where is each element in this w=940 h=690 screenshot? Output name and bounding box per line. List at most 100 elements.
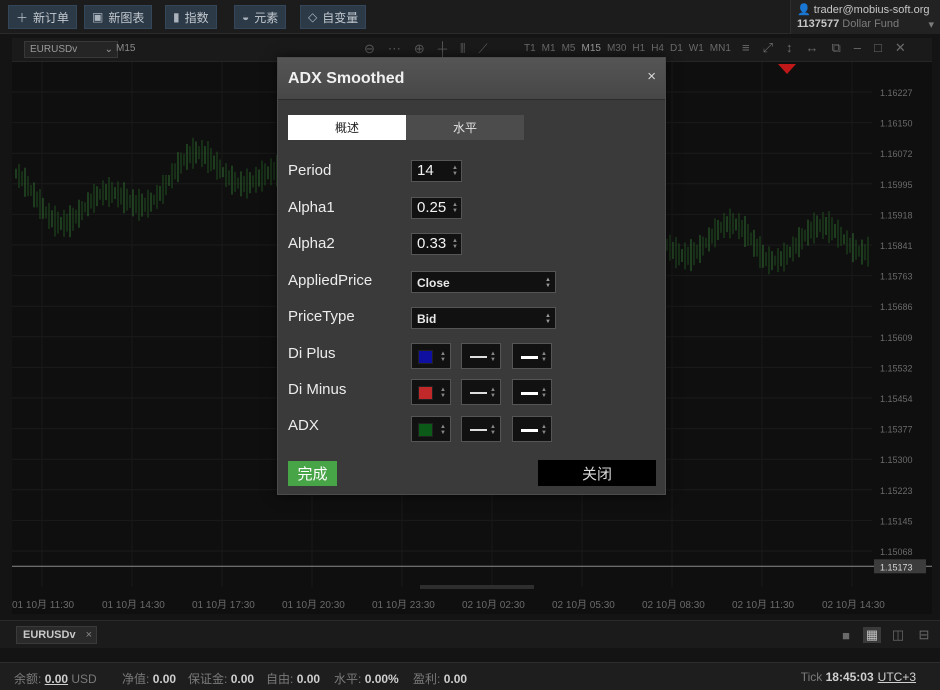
timeframe-m30[interactable]: M30 [607,43,626,54]
margin: 保证金: 0.00 [188,670,254,687]
timeframe-m5[interactable]: M5 [562,43,576,54]
new-chart-button[interactable]: ▣ 新图表 [84,5,153,29]
select-arrows-icon: ▲ ▼ [545,313,551,325]
zoom-slider-icon[interactable]: ⋯ [388,41,401,57]
main-toolbar: ＋ 新订单 ▣ 新图表 ▮ 指数 ◒ 元素 ◇ 自变量 👤 trader@mob… [0,0,940,34]
new-order-button[interactable]: ＋ 新订单 [8,5,78,29]
adx-line-width[interactable]: ▲ ▼ [512,416,552,442]
alpha1-label: Alpha1 [288,199,335,216]
single-layout-icon[interactable]: ■ [837,627,855,643]
new-order-label: 新订单 [33,10,70,25]
tab-overview[interactable]: 概述 [288,115,406,140]
di-minus-line-style[interactable]: ▲ ▼ [461,379,501,405]
done-button[interactable]: 完成 [288,461,337,486]
price-tick-label: 1.15763 [880,272,913,282]
timeframe-w1[interactable]: W1 [689,43,704,54]
di-minus-line-width[interactable]: ▲ ▼ [512,379,552,405]
minimize-icon[interactable]: – [854,40,861,56]
new-chart-label: 新图表 [108,10,145,25]
rows-layout-icon[interactable]: ⊟ [915,627,933,643]
line-style-icon [470,356,487,358]
maximize-icon[interactable]: □ [874,40,882,56]
timeframe-d1[interactable]: D1 [670,43,683,54]
symbol-select[interactable]: EURUSDv ⌄ [24,41,118,58]
free-margin: 自由: 0.00 [266,670,320,687]
time-tick-label: 01 10月 14:30 [102,599,165,611]
timeframe-m1[interactable]: M1 [542,43,556,54]
free-value: 0.00 [296,672,321,686]
close-icon[interactable]: ✕ [895,40,906,56]
chart-tab-bar: EURUSDv × ■ ▦ ◫ ⊟ [0,620,940,648]
level-label: 水平: [334,672,362,686]
line-tool-icon[interactable]: ⟋ [479,41,488,57]
price-tick-label: 1.16072 [880,149,913,159]
stepper-arrows-icon: ▲ ▼ [440,387,446,399]
timeframe-h1[interactable]: H1 [632,43,645,54]
tab-levels[interactable]: 水平 [406,115,524,140]
price-tick-label: 1.15300 [880,455,913,465]
line-width-icon [521,429,538,432]
time-tick-label: 02 10月 14:30 [822,599,885,611]
stepper-arrows-icon: ▲ ▼ [541,387,547,399]
crosshair-icon[interactable]: ┼ [438,41,447,57]
grid-layout-icon[interactable]: ▦ [863,627,881,643]
period-value: 14 [417,162,434,179]
stepper-arrows-icon: ▲ ▼ [490,351,496,363]
applied-price-select[interactable]: Close ▲ ▼ [411,271,556,293]
di-minus-color-picker[interactable]: ▲ ▼ [411,379,451,405]
margin-level: 水平: 0.00% [334,670,399,687]
price-tick-label: 1.15223 [880,486,913,496]
price-tick-label: 1.15609 [880,333,913,343]
sort-icon[interactable]: ≡ [742,40,750,56]
close-button[interactable]: 关闭 [538,460,656,486]
zoom-out-icon[interactable]: ⊖ [364,41,375,57]
account-panel[interactable]: 👤 trader@mobius-soft.org 1137577 Dollar … [790,0,940,34]
stepper-arrows-icon[interactable]: ▲ ▼ [452,165,458,177]
timeframe-mn1[interactable]: MN1 [710,43,731,54]
period-stepper[interactable]: 14 ▲ ▼ [411,160,462,182]
line-style-icon [470,392,487,394]
sell-marker [778,64,796,74]
price-tick-label: 1.15532 [880,363,913,373]
alpha2-stepper[interactable]: 0.33 ▲ ▼ [411,233,462,255]
stepper-arrows-icon: ▲ ▼ [440,351,446,363]
adx-line-style[interactable]: ▲ ▼ [461,416,501,442]
horizontal-scale-icon[interactable]: ↔ [806,40,819,56]
fit-icon[interactable]: ⤢ [763,40,773,56]
time-tick-label: 02 10月 11:30 [732,599,795,611]
symbol-select-value: EURUSDv [30,44,78,55]
line-style-icon [470,429,487,431]
close-icon[interactable]: × [86,629,92,641]
timezone-selector[interactable]: UTC+3 [878,670,916,684]
stepper-arrows-icon[interactable]: ▲ ▼ [452,238,458,250]
di-plus-line-width[interactable]: ▲ ▼ [512,343,552,369]
zoom-in-icon[interactable]: ⊕ [414,41,425,57]
adx-color-picker[interactable]: ▲ ▼ [411,416,451,442]
custom-vars-button[interactable]: ◇ 自变量 [300,5,367,29]
elements-button[interactable]: ◒ 元素 [234,5,287,29]
columns-layout-icon[interactable]: ◫ [889,627,907,643]
price-tick-label: 1.16150 [880,119,913,129]
close-icon[interactable]: × [647,68,656,85]
line-width-icon [521,392,538,395]
indicators-button[interactable]: ▮ 指数 [165,5,217,29]
account-fund: Dollar Fund [842,18,900,30]
profit-value: 0.00 [443,672,468,686]
chevron-down-icon[interactable]: ▾ [928,18,934,31]
popout-icon[interactable]: ⧉ [832,40,841,56]
alpha1-stepper[interactable]: 0.25 ▲ ▼ [411,197,462,219]
alpha2-label: Alpha2 [288,235,335,252]
chart-tab-eurusd[interactable]: EURUSDv × [16,626,97,644]
timeframe-h4[interactable]: H4 [651,43,664,54]
stepper-arrows-icon[interactable]: ▲ ▼ [452,202,458,214]
timeframe-m15[interactable]: M15 [581,43,600,54]
di-plus-line-style[interactable]: ▲ ▼ [461,343,501,369]
stepper-arrows-icon: ▲ ▼ [490,387,496,399]
candles-icon[interactable]: ⫴ [460,41,465,57]
price-type-select[interactable]: Bid ▲ ▼ [411,307,556,329]
di-plus-color-picker[interactable]: ▲ ▼ [411,343,451,369]
user-icon: 👤 [797,4,811,16]
timeframe-t1[interactable]: T1 [524,43,536,54]
vertical-scale-icon[interactable]: ↕ [786,40,793,56]
chart-zoom-controls: ⊖ ⋯ ⊕ ┼ ⫴ ⟋ [364,41,488,57]
